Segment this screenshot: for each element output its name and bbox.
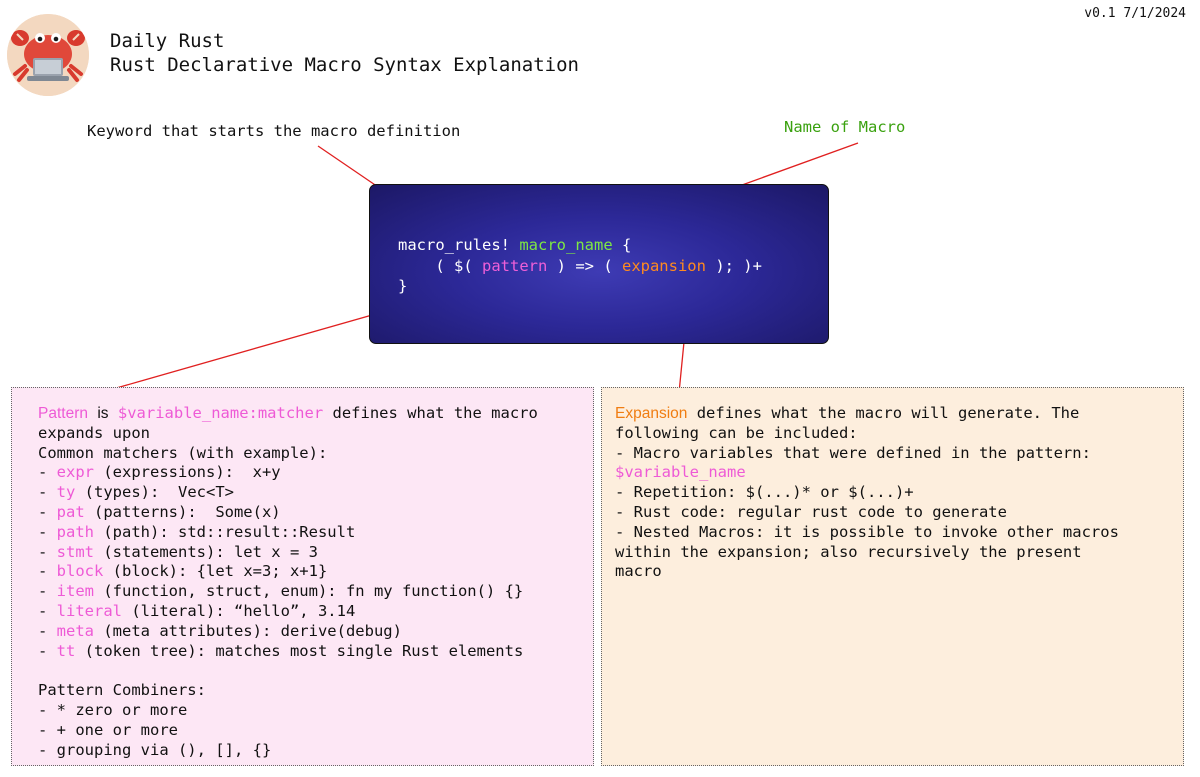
- matcher-name: expr: [56, 463, 94, 482]
- matcher-name: ty: [56, 483, 76, 502]
- crab-illustration: [7, 14, 89, 96]
- code-macro-name: macro_name: [519, 236, 613, 254]
- code-pattern: pattern: [482, 256, 548, 275]
- code-lines: macro_rules! macro_name { ( $( pattern )…: [398, 235, 762, 297]
- matcher-desc: (literal): “hello”, 3.14: [122, 601, 356, 620]
- page-title: Rust Declarative Macro Syntax Explanatio…: [110, 54, 579, 76]
- matcher-name: path: [56, 522, 94, 541]
- code-line2-mid: ) => (: [547, 256, 622, 275]
- series-name: Daily Rust: [110, 30, 225, 52]
- matcher-desc: (expressions): x+y: [94, 463, 281, 482]
- pattern-intro-line2: expands upon: [38, 423, 150, 442]
- matcher-name: pat: [56, 502, 85, 521]
- combiner-item: - * zero or more: [38, 700, 188, 719]
- crab-laptop-logo-icon: [7, 14, 89, 96]
- matcher-desc: (function, struct, enum): fn my function…: [94, 582, 524, 601]
- code-line2-end: ); )+: [705, 256, 762, 275]
- expansion-line: - Nested Macros: it is possible to invok…: [615, 522, 1119, 541]
- pattern-explanation-box: Pattern is $variable_name:matcher define…: [11, 387, 594, 766]
- matcher-desc: (statements): let x = 3: [94, 542, 318, 561]
- code-line-3: }: [398, 276, 762, 297]
- matcher-item: - block (block): {let x=3; x+1}: [38, 562, 328, 581]
- pattern-word: Pattern: [38, 405, 88, 422]
- matcher-name: tt: [56, 641, 76, 660]
- expansion-text: Expansion defines what the macro will ge…: [615, 404, 1177, 582]
- expansion-line: - Repetition: $(...)* or $(...)+: [615, 483, 914, 502]
- code-line2-start: ( $(: [398, 256, 482, 275]
- expansion-explanation-box: Expansion defines what the macro will ge…: [601, 387, 1184, 766]
- combiner-item: - + one or more: [38, 720, 178, 739]
- matcher-item: - literal (literal): “hello”, 3.14: [38, 601, 356, 620]
- matchers-heading: Common matchers (with example):: [38, 443, 328, 462]
- version-date: v0.1 7/1/2024: [1084, 6, 1186, 21]
- code-line-2: ( $( pattern ) => ( expansion ); )+: [398, 256, 762, 277]
- code-keyword: macro_rules!: [398, 236, 510, 254]
- matcher-item: - item (function, struct, enum): fn my f…: [38, 582, 524, 601]
- pattern-is: is: [97, 405, 109, 422]
- matcher-item: - ty (types): Vec<T>: [38, 483, 234, 502]
- matcher-name: block: [56, 562, 104, 581]
- code-open-brace: {: [622, 236, 632, 254]
- pattern-intro-rest: defines what the macro: [323, 404, 538, 422]
- matcher-name: stmt: [56, 542, 94, 561]
- expansion-line: macro: [615, 562, 662, 581]
- matcher-item: - path (path): std::result::Result: [38, 522, 356, 541]
- pattern-syntax: $variable_name:matcher: [117, 404, 324, 422]
- callout-keyword-label: Keyword that starts the macro definition: [87, 122, 461, 140]
- callout-macro-name-label: Name of Macro: [784, 118, 906, 136]
- matcher-item: - tt (token tree): matches most single R…: [38, 641, 524, 660]
- expansion-line: within the expansion; also recursively t…: [615, 542, 1082, 561]
- matcher-item: - pat (patterns): Some(x): [38, 502, 281, 521]
- pattern-intro-line: Pattern is $variable_name:matcher define…: [38, 404, 588, 424]
- matcher-desc: (meta attributes): derive(debug): [94, 621, 402, 640]
- matcher-desc: (patterns): Some(x): [84, 502, 281, 521]
- expansion-intro-rest: defines what the macro will generate. Th…: [687, 404, 1080, 422]
- expansion-line: following can be included:: [615, 423, 858, 442]
- expansion-line: - Macro variables that were defined in t…: [615, 443, 1091, 462]
- pattern-text: Pattern is $variable_name:matcher define…: [38, 404, 588, 760]
- matcher-name: literal: [56, 601, 122, 620]
- matcher-item: - expr (expressions): x+y: [38, 463, 281, 482]
- matcher-desc: (types): Vec<T>: [75, 483, 234, 502]
- code-expansion: expansion: [621, 256, 706, 275]
- matcher-item: - meta (meta attributes): derive(debug): [38, 621, 402, 640]
- code-close-brace: }: [398, 277, 408, 295]
- combiner-item: - grouping via (), [], {}: [38, 740, 272, 759]
- matcher-desc: (path): std::result::Result: [94, 522, 356, 541]
- expansion-variable-name: $variable_name: [615, 463, 746, 482]
- combiners-heading: Pattern Combiners:: [38, 681, 206, 700]
- macro-code-block: macro_rules! macro_name { ( $( pattern )…: [369, 184, 829, 344]
- matcher-name: item: [56, 582, 94, 601]
- matcher-desc: (block): {let x=3; x+1}: [103, 562, 328, 581]
- expansion-intro-line: Expansion defines what the macro will ge…: [615, 404, 1177, 424]
- matcher-item: - stmt (statements): let x = 3: [38, 542, 318, 561]
- expansion-word: Expansion: [615, 405, 688, 422]
- matcher-name: meta: [56, 621, 94, 640]
- expansion-line: - Rust code: regular rust code to genera…: [615, 502, 1007, 521]
- matcher-desc: (token tree): matches most single Rust e…: [75, 641, 524, 660]
- code-line-1: macro_rules! macro_name {: [398, 235, 762, 256]
